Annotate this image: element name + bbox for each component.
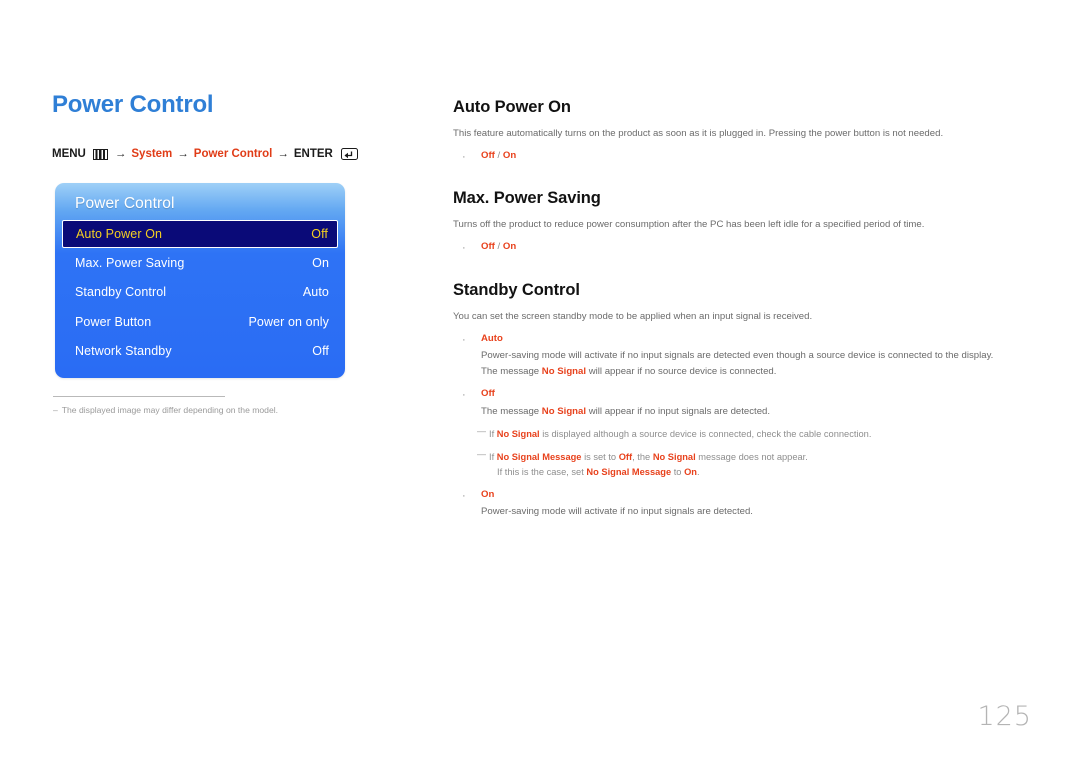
bullet-dot-icon: · [462, 489, 466, 502]
osd-row-label: Network Standby [75, 344, 172, 359]
text-cont-post: . [696, 467, 700, 478]
osd-row-value: Power on only [248, 314, 329, 329]
right-column: Auto Power On This feature automatically… [453, 98, 1033, 520]
osd-row-network-standby[interactable]: Network Standby Off [55, 337, 345, 367]
note-text: If No Signal is displayed although a sou… [489, 427, 871, 442]
option-off: Off [481, 241, 495, 253]
emphasis-off: Off [618, 452, 633, 463]
footnote-text: The displayed image may differ depending… [61, 405, 279, 415]
osd-row-standby-control[interactable]: Standby Control Auto [55, 278, 345, 308]
osd-row-label: Auto Power On [76, 227, 163, 241]
text-cont-mid: to [671, 467, 685, 478]
osd-row-power-button[interactable]: Power Button Power on only [55, 307, 345, 337]
osd-row-value: Off [312, 344, 329, 359]
option-separator: / [494, 241, 503, 253]
option-label-auto: Auto [481, 332, 503, 344]
osd-row-list: Auto Power On Off Max. Power Saving On S… [55, 220, 345, 366]
text-pre: The message [481, 365, 542, 377]
text-mid-2: , the [632, 452, 653, 463]
section-body: Turns off the product to reduce power co… [453, 219, 925, 231]
option-label-off: Off [481, 388, 495, 400]
left-column: Power Control MENU → System → Power Cont… [52, 91, 412, 161]
footnote: – The displayed image may differ dependi… [53, 405, 393, 416]
option-label-on: On [481, 488, 495, 500]
osd-row-value: Off [311, 227, 328, 241]
osd-row-label: Max. Power Saving [75, 255, 185, 270]
section-standby-control: Standby Control You can set the screen s… [453, 281, 1033, 520]
emphasis-no-signal: No Signal [541, 365, 587, 377]
section-auto-power-on: Auto Power On This feature automatically… [453, 98, 1033, 165]
text-pre: If [489, 452, 497, 463]
osd-row-auto-power-on[interactable]: Auto Power On Off [62, 220, 338, 248]
breadcrumb-step-system: System [131, 148, 173, 161]
text-pre: The message [481, 405, 542, 417]
option-list-item-off: · Off [453, 387, 1033, 404]
note-cable-connection: — If No Signal is displayed although a s… [477, 426, 1033, 442]
breadcrumb-arrow-1: → [114, 148, 127, 161]
osd-row-label: Standby Control [75, 285, 167, 300]
emphasis-no-signal-message: No Signal Message [586, 467, 672, 478]
option-list-item: · Off / On [453, 149, 1033, 166]
breadcrumb-arrow-3: → [277, 148, 289, 161]
option-values: Off / On [481, 149, 516, 166]
bullet-dot-icon: · [462, 389, 466, 402]
note-text: If No Signal Message is set to Off, the … [489, 450, 808, 480]
page-title: Power Control [52, 91, 214, 118]
option-auto-description-line2: The message No Signal will appear if no … [481, 364, 1033, 380]
text-post: will appear if no source device is conne… [586, 365, 777, 377]
bullet-dot-icon: · [462, 242, 466, 255]
option-on-description-line1: Power-saving mode will activate if no in… [481, 506, 753, 518]
breadcrumb-enter-label: ENTER [293, 148, 333, 161]
enter-key-icon [340, 148, 358, 161]
osd-row-label: Power Button [75, 314, 152, 329]
emphasis-no-signal: No Signal [541, 405, 587, 417]
note-dash-icon: — [477, 426, 486, 437]
text-mid-3: message does not appear. [695, 452, 808, 463]
breadcrumb-step-power-control: Power Control [193, 148, 273, 161]
footnote-divider [53, 396, 225, 397]
emphasis-no-signal: No Signal [496, 429, 540, 440]
text-mid: is displayed although a source device is… [539, 429, 872, 440]
bullet-dot-icon: · [462, 333, 466, 346]
section-body: This feature automatically turns on the … [453, 128, 944, 139]
bullet-dot-icon: · [462, 150, 466, 163]
option-list-item-on: · On [453, 488, 1033, 505]
note-continuation: If this is the case, set No Signal Messa… [489, 465, 808, 480]
osd-row-value: Auto [302, 285, 329, 300]
option-list-item-auto: · Auto [453, 332, 1033, 349]
option-values: Off / On [481, 240, 516, 257]
menu-bars-icon [92, 148, 108, 160]
breadcrumb: MENU → System → Power Control → ENTER [52, 148, 412, 161]
section-body: You can set the screen standby mode to b… [453, 310, 813, 322]
osd-row-max-power-saving[interactable]: Max. Power Saving On [55, 248, 345, 278]
option-on: On [502, 241, 517, 253]
osd-row-value: On [312, 255, 329, 270]
osd-menu-panel: Power Control Auto Power On Off Max. Pow… [55, 183, 345, 378]
breadcrumb-arrow-2: → [177, 148, 189, 161]
footnote-dash: – [53, 405, 58, 415]
text-pre: If [489, 429, 497, 440]
text-post: will appear if no input signals are dete… [586, 405, 771, 417]
breadcrumb-menu-label: MENU [52, 148, 86, 161]
option-auto-description-line1: Power-saving mode will activate if no in… [481, 350, 994, 362]
text-mid-1: is set to [581, 452, 619, 463]
section-max-power-saving: Max. Power Saving Turns off the product … [453, 189, 1033, 256]
osd-panel-title: Power Control [75, 195, 175, 212]
emphasis-no-signal-message: No Signal Message [496, 452, 582, 463]
option-separator: / [494, 149, 503, 161]
section-title: Max. Power Saving [453, 189, 601, 208]
emphasis-on: On [684, 467, 697, 478]
emphasis-no-signal: No Signal [652, 452, 696, 463]
page-number: 125 [977, 701, 1032, 732]
option-off: Off [481, 149, 495, 161]
option-off-description-line1: The message No Signal will appear if no … [481, 404, 1033, 420]
section-title: Standby Control [453, 280, 580, 299]
option-on: On [502, 149, 517, 161]
note-dash-icon: — [477, 449, 486, 460]
text-cont-pre: If this is the case, set [497, 467, 587, 478]
section-title: Auto Power On [453, 98, 571, 116]
option-list-item: · Off / On [453, 240, 1033, 257]
note-no-signal-message: — If No Signal Message is set to Off, th… [477, 449, 1033, 480]
